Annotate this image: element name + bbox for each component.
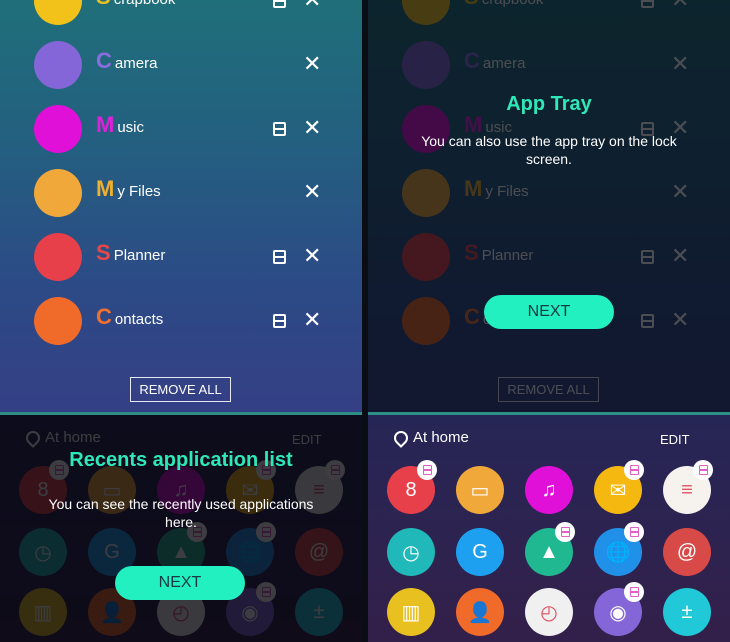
app-initial: M	[96, 112, 115, 137]
s-planner-icon[interactable]	[34, 233, 82, 281]
close-icon[interactable]: ✕	[303, 114, 321, 142]
recent-app-row[interactable]: Contacts ✕	[0, 296, 362, 346]
tooltip-app-tray: App Tray You can also use the app tray on…	[368, 93, 730, 168]
split-screen-icon[interactable]	[273, 122, 286, 136]
recent-app-row[interactable]: Music ✕	[0, 104, 362, 154]
camera-icon[interactable]	[34, 41, 82, 89]
close-icon[interactable]: ✕	[303, 0, 321, 14]
split-glyph	[422, 465, 432, 475]
recent-app-row[interactable]: My Files ✕	[0, 168, 362, 218]
split-glyph	[629, 465, 639, 475]
app-name: Music	[96, 112, 144, 138]
app-name-rest: amera	[114, 55, 158, 72]
close-icon[interactable]: ✕	[303, 242, 321, 270]
email-at-icon[interactable]: @	[663, 528, 711, 576]
location-label: At home	[391, 427, 469, 448]
split-glyph	[629, 587, 639, 597]
split-screen-badge-icon	[624, 582, 644, 602]
contacts-icon[interactable]: 👤	[456, 588, 504, 636]
galaxy-apps-icon[interactable]: G	[456, 528, 504, 576]
calculator-icon[interactable]: ±	[663, 588, 711, 636]
tooltip-body: You can also use the app tray on the loc…	[421, 133, 677, 167]
app-name-rest: Planner	[113, 247, 166, 264]
split-screen-badge-icon	[417, 460, 437, 480]
app-name-rest: y Files	[117, 183, 161, 200]
my-files-icon[interactable]	[34, 169, 82, 217]
my-files-icon[interactable]: ▭	[456, 466, 504, 514]
screen-app-tray: Scrapbook✕Camera✕Music✕My Files✕SPlanner…	[368, 0, 730, 642]
next-button[interactable]: NEXT	[484, 295, 614, 329]
split-screen-icon[interactable]	[273, 0, 286, 8]
music-icon[interactable]	[34, 105, 82, 153]
app-name-rest: usic	[117, 119, 145, 136]
tooltip-recents: Recents application list You can see the …	[0, 449, 362, 531]
close-icon[interactable]: ✕	[303, 306, 321, 334]
recents-list: Scrapbook✕Camera✕Music✕My Files✕SPlanner…	[0, 0, 362, 412]
app-initial: C	[96, 48, 112, 73]
app-name-rest: ontacts	[114, 311, 164, 328]
app-name: SPlanner	[96, 240, 165, 266]
app-tray: At homeEDIT8▭♫✉≡◷G▲🌐@▥👤◴◉±	[368, 415, 730, 642]
tooltip-body: You can see the recently used applicatio…	[48, 496, 314, 530]
location-pin-icon	[391, 427, 411, 448]
contacts-icon[interactable]	[34, 297, 82, 345]
overlay	[368, 0, 730, 412]
tooltip-title: Recents application list	[69, 449, 293, 471]
app-name: Contacts	[96, 304, 163, 330]
app-initial: S	[96, 240, 111, 265]
screen-recents: Scrapbook✕Camera✕Music✕My Files✕SPlanner…	[0, 0, 362, 642]
app-name: Camera	[96, 48, 157, 74]
split-screen-icon[interactable]	[273, 314, 286, 328]
close-icon[interactable]: ✕	[303, 178, 321, 206]
split-glyph	[698, 465, 708, 475]
split-screen-badge-icon	[693, 460, 713, 480]
recent-app-row[interactable]: SPlanner ✕	[0, 232, 362, 282]
app-initial: M	[96, 176, 115, 201]
split-screen-badge-icon	[624, 460, 644, 480]
split-glyph	[629, 527, 639, 537]
music-icon[interactable]: ♫	[525, 466, 573, 514]
app-name-rest: crapbook	[114, 0, 176, 8]
edit-button[interactable]: EDIT	[660, 432, 690, 447]
app-initial: S	[96, 0, 111, 9]
split-screen-badge-icon	[555, 522, 575, 542]
split-screen-icon[interactable]	[273, 250, 286, 264]
recent-app-row[interactable]: Camera ✕	[0, 40, 362, 90]
recent-app-row[interactable]: Scrapbook ✕	[0, 0, 362, 26]
location-text: At home	[413, 429, 469, 446]
app-name: Scrapbook	[96, 0, 175, 10]
remove-all-button[interactable]: REMOVE ALL	[130, 377, 231, 402]
clock-icon[interactable]: ◴	[525, 588, 573, 636]
app-initial: C	[96, 304, 112, 329]
split-glyph	[560, 527, 570, 537]
next-button[interactable]: NEXT	[115, 566, 245, 600]
tooltip-title: App Tray	[506, 93, 592, 115]
smart-remote-icon[interactable]: ▥	[387, 588, 435, 636]
close-icon[interactable]: ✕	[303, 50, 321, 78]
app-name: My Files	[96, 176, 161, 202]
split-screen-badge-icon	[624, 522, 644, 542]
clock-widget-icon[interactable]: ◷	[387, 528, 435, 576]
scrapbook-icon[interactable]	[34, 0, 82, 25]
